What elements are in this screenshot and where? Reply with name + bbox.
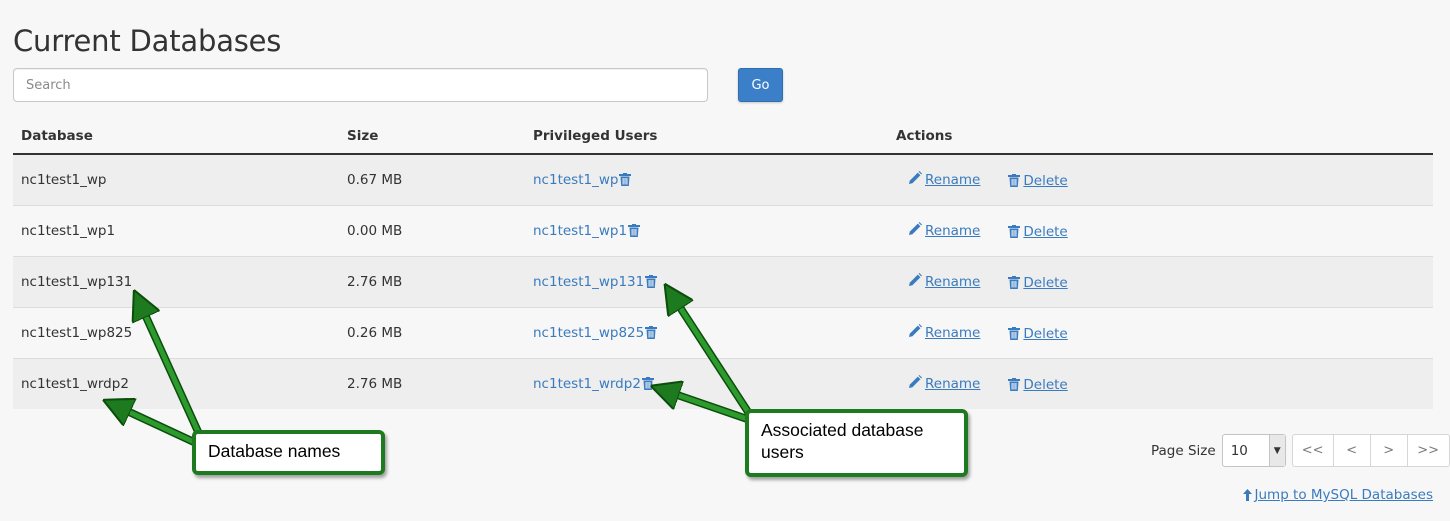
privileged-user-link[interactable]: nc1test1_wp bbox=[533, 172, 618, 188]
header-actions: Actions bbox=[888, 118, 1433, 155]
header-database[interactable]: Database bbox=[13, 118, 339, 155]
privileged-users-cell: nc1test1_wp bbox=[525, 153, 888, 205]
delete-label: Delete bbox=[1023, 172, 1068, 189]
database-name-cell: nc1test1_wrdp2 bbox=[13, 357, 339, 409]
actions-cell: Rename Delete bbox=[888, 357, 1433, 409]
table-row: nc1test1_wp 0.67 MB nc1test1_wp Rename Delet… bbox=[13, 153, 1433, 205]
actions-cell: Rename Delete bbox=[888, 255, 1433, 307]
database-name-cell: nc1test1_wp1 bbox=[13, 204, 339, 256]
delete-label: Delete bbox=[1023, 325, 1068, 342]
trash-icon bbox=[1008, 377, 1021, 393]
page-size-label: Page Size bbox=[1151, 442, 1216, 459]
privileged-user-link[interactable]: nc1test1_wrdp2 bbox=[533, 376, 641, 392]
rename-label: Rename bbox=[925, 375, 981, 392]
database-size-cell: 0.00 MB bbox=[339, 204, 525, 256]
privileged-users-cell: nc1test1_wp1 bbox=[525, 204, 888, 256]
pencil-icon bbox=[908, 272, 922, 291]
go-button[interactable]: Go bbox=[738, 68, 783, 102]
database-size-cell: 2.76 MB bbox=[339, 255, 525, 307]
privileged-users-cell: nc1test1_wp131 bbox=[525, 255, 888, 307]
rename-button[interactable]: Rename bbox=[908, 272, 981, 291]
databases-table: Database Size Privileged Users Actions n… bbox=[13, 118, 1433, 409]
trash-icon[interactable] bbox=[641, 376, 654, 392]
callout-associated-users: Associated database users bbox=[745, 409, 968, 477]
database-size-cell: 0.67 MB bbox=[339, 153, 525, 205]
privileged-user-link[interactable]: nc1test1_wp825 bbox=[533, 325, 644, 341]
prev-page-button[interactable]: < bbox=[1334, 435, 1371, 466]
table-row: nc1test1_wp825 0.26 MB nc1test1_wp825 Renam… bbox=[13, 306, 1433, 358]
delete-label: Delete bbox=[1023, 274, 1068, 291]
privileged-users-cell: nc1test1_wrdp2 bbox=[525, 357, 888, 409]
rename-label: Rename bbox=[925, 222, 981, 239]
arrow-to-db-name-2 bbox=[108, 400, 200, 447]
first-page-button[interactable]: << bbox=[1293, 435, 1334, 466]
callout-database-names: Database names bbox=[192, 430, 385, 475]
delete-button[interactable]: Delete bbox=[1008, 223, 1068, 240]
search-input[interactable] bbox=[13, 68, 708, 102]
page-size-value: 10 bbox=[1230, 442, 1248, 459]
database-name-cell: nc1test1_wp825 bbox=[13, 306, 339, 358]
privileged-user-link[interactable]: nc1test1_wp1 bbox=[533, 223, 627, 239]
delete-button[interactable]: Delete bbox=[1008, 376, 1068, 393]
rename-label: Rename bbox=[925, 273, 981, 290]
rename-label: Rename bbox=[925, 324, 981, 341]
database-name-cell: nc1test1_wp131 bbox=[13, 255, 339, 307]
pagination: Page Size 10 ▼ << < > >> bbox=[1151, 434, 1450, 467]
header-size[interactable]: Size bbox=[339, 118, 525, 155]
pencil-icon bbox=[908, 374, 922, 393]
delete-button[interactable]: Delete bbox=[1008, 274, 1068, 291]
pencil-icon bbox=[908, 221, 922, 240]
jump-link-label: Jump to MySQL Databases bbox=[1254, 487, 1434, 503]
delete-label: Delete bbox=[1023, 376, 1068, 393]
privileged-user-link[interactable]: nc1test1_wp131 bbox=[533, 274, 644, 290]
privileged-users-cell: nc1test1_wp825 bbox=[525, 306, 888, 358]
rename-button[interactable]: Rename bbox=[908, 323, 981, 342]
actions-cell: Rename Delete bbox=[888, 153, 1433, 205]
trash-icon[interactable] bbox=[628, 223, 641, 239]
database-size-cell: 2.76 MB bbox=[339, 357, 525, 409]
delete-label: Delete bbox=[1023, 223, 1068, 240]
delete-button[interactable]: Delete bbox=[1008, 172, 1068, 189]
delete-button[interactable]: Delete bbox=[1008, 325, 1068, 342]
pencil-icon bbox=[908, 323, 922, 342]
table-row: nc1test1_wp1 0.00 MB nc1test1_wp1 Rename Del… bbox=[13, 204, 1433, 256]
next-page-button[interactable]: > bbox=[1371, 435, 1408, 466]
last-page-button[interactable]: >> bbox=[1408, 435, 1449, 466]
database-size-cell: 0.26 MB bbox=[339, 306, 525, 358]
page-title: Current Databases bbox=[13, 24, 282, 58]
rename-button[interactable]: Rename bbox=[908, 221, 981, 240]
table-row: nc1test1_wp131 2.76 MB nc1test1_wp131 Renam… bbox=[13, 255, 1433, 307]
page-nav: << < > >> bbox=[1291, 434, 1450, 467]
header-privileged-users: Privileged Users bbox=[525, 118, 888, 155]
trash-icon[interactable] bbox=[645, 325, 658, 341]
arrow-up-icon bbox=[1242, 489, 1252, 501]
trash-icon bbox=[1008, 173, 1021, 189]
table-header-row: Database Size Privileged Users Actions bbox=[13, 118, 1433, 155]
rename-button[interactable]: Rename bbox=[908, 170, 981, 189]
pencil-icon bbox=[908, 170, 922, 189]
actions-cell: Rename Delete bbox=[888, 306, 1433, 358]
trash-icon[interactable] bbox=[645, 274, 658, 290]
rename-button[interactable]: Rename bbox=[908, 374, 981, 393]
trash-icon bbox=[1008, 224, 1021, 240]
table-row: nc1test1_wrdp2 2.76 MB nc1test1_wrdp2 Renam… bbox=[13, 357, 1433, 409]
jump-to-mysql-databases-link[interactable]: Jump to MySQL Databases bbox=[1242, 487, 1434, 503]
trash-icon bbox=[1008, 275, 1021, 291]
trash-icon[interactable] bbox=[619, 172, 632, 188]
chevron-down-icon[interactable]: ▼ bbox=[1268, 435, 1285, 466]
page-size-select[interactable]: 10 ▼ bbox=[1221, 434, 1286, 467]
trash-icon bbox=[1008, 326, 1021, 342]
rename-label: Rename bbox=[925, 171, 981, 188]
database-name-cell: nc1test1_wp bbox=[13, 153, 339, 205]
actions-cell: Rename Delete bbox=[888, 204, 1433, 256]
